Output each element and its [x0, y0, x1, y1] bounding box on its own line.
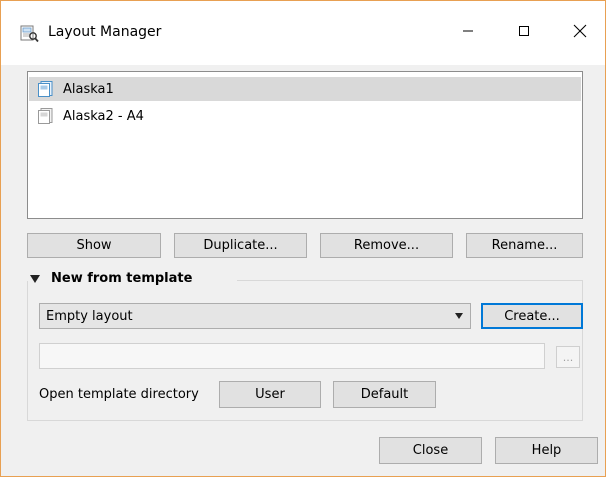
maximize-icon — [518, 25, 530, 41]
layout-page-icon — [37, 80, 55, 98]
open-template-directory-label: Open template directory — [39, 387, 199, 402]
layout-list[interactable]: Alaska1 Alaska2 - A4 — [27, 71, 583, 219]
create-button[interactable]: Create... — [481, 303, 583, 329]
minimize-button[interactable] — [445, 15, 491, 51]
show-button[interactable]: Show — [27, 233, 161, 258]
template-select[interactable]: Empty layout — [39, 303, 471, 329]
user-button[interactable]: User — [219, 381, 321, 408]
layout-manager-window: Layout Manager Alaska1 Alaska2 - A4 Show… — [0, 0, 606, 477]
layout-name: Alaska2 - A4 — [63, 108, 144, 124]
group-divider — [237, 280, 583, 281]
layout-list-item[interactable]: Alaska2 - A4 — [29, 104, 581, 128]
layout-manager-icon — [19, 23, 39, 43]
template-path-field[interactable] — [39, 343, 545, 369]
title-bar: Layout Manager — [1, 1, 605, 65]
help-button[interactable]: Help — [495, 437, 598, 464]
layout-name: Alaska1 — [63, 81, 114, 97]
template-group-toggle[interactable]: New from template — [29, 271, 201, 286]
dropdown-arrow-icon — [448, 312, 470, 320]
browse-button[interactable]: ... — [556, 346, 580, 368]
layout-page-icon — [37, 107, 55, 125]
window-title: Layout Manager — [48, 24, 162, 40]
close-window-button[interactable] — [557, 15, 603, 51]
close-icon — [573, 24, 587, 42]
default-button[interactable]: Default — [333, 381, 436, 408]
maximize-button[interactable] — [501, 15, 547, 51]
template-select-value: Empty layout — [46, 308, 133, 324]
layout-list-item[interactable]: Alaska1 — [29, 77, 581, 101]
close-button[interactable]: Close — [379, 437, 482, 464]
rename-button[interactable]: Rename... — [466, 233, 583, 258]
duplicate-button[interactable]: Duplicate... — [174, 233, 307, 258]
template-group-title: New from template — [51, 271, 193, 286]
collapse-triangle-icon — [29, 272, 43, 286]
minimize-icon — [462, 25, 474, 41]
remove-button[interactable]: Remove... — [320, 233, 453, 258]
